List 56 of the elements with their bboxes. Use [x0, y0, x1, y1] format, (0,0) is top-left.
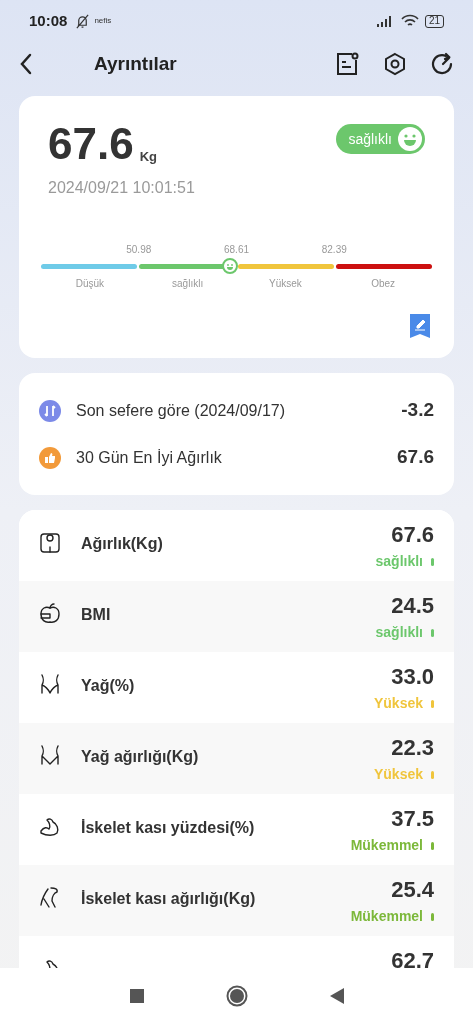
- back-icon[interactable]: [18, 53, 34, 75]
- metric-label: İskelet kası yüzdesi(%): [81, 818, 256, 838]
- range-label: sağlıklı: [172, 277, 204, 291]
- note-icon[interactable]: [335, 52, 359, 76]
- metric-status: sağlıklı: [375, 552, 423, 571]
- threshold-label: 82.39: [321, 243, 347, 257]
- range-label: Obez: [371, 277, 396, 291]
- metric-label: İskelet kası ağırlığı(Kg): [81, 889, 257, 909]
- battery-indicator: 21: [424, 14, 444, 28]
- home-button[interactable]: [225, 985, 248, 1007]
- range-label: Yüksek: [269, 277, 302, 291]
- status-badge: sağlıklı: [336, 124, 425, 154]
- settings-icon[interactable]: [383, 52, 407, 76]
- metric-label: Yağ ağırlığı(Kg): [81, 747, 200, 767]
- metric-status: Mükemmel: [350, 836, 423, 855]
- arrows-icon: [39, 399, 61, 422]
- metric-label: Yağ(%): [81, 676, 136, 696]
- metric-value: 37.5: [391, 805, 434, 833]
- apple-icon: [39, 602, 61, 624]
- threshold-label: 50.98: [126, 243, 152, 257]
- wifi-icon: [400, 14, 419, 28]
- back-button[interactable]: [329, 988, 344, 1004]
- leg-icon: [39, 886, 61, 908]
- thumbs-up-icon: [39, 446, 61, 469]
- comparison-value: -3.2: [401, 398, 434, 423]
- weight-value: 67.6: [48, 122, 134, 166]
- weight-unit: Kg: [139, 147, 157, 166]
- threshold-label: 68.61: [224, 243, 249, 257]
- metric-value: 22.3: [391, 734, 434, 762]
- metric-status: Yüksek: [373, 694, 423, 713]
- metric-label: BMI: [81, 605, 112, 625]
- comparison-value: 67.6: [397, 445, 434, 470]
- bell-off-icon: [75, 13, 91, 29]
- metric-status: Yüksek: [373, 765, 423, 784]
- comparison-label: Son sefere göre (2024/09/17): [76, 400, 287, 421]
- metric-value: 25.4: [391, 876, 434, 904]
- measurement-time: 2024/09/21 10:01:51: [48, 178, 196, 198]
- page-title: Ayrıntılar: [94, 51, 177, 76]
- waist-icon: [39, 673, 61, 695]
- edit-icon[interactable]: [410, 314, 430, 338]
- comparison-label: 30 Gün En İyi Ağırlık: [76, 447, 223, 468]
- status-time: 10:08: [29, 10, 68, 31]
- belly-icon: [39, 744, 61, 766]
- notification-text: nefis: [94, 15, 112, 27]
- recents-button[interactable]: [129, 989, 144, 1003]
- refresh-icon[interactable]: [431, 52, 455, 76]
- metric-value: 67.6: [391, 521, 434, 549]
- range-label: Düşük: [75, 277, 105, 291]
- metric-value: 62.7: [391, 947, 434, 968]
- smiley-icon: [398, 127, 422, 151]
- metric-status: sağlıklı: [375, 623, 423, 642]
- metric-value: 33.0: [391, 663, 434, 691]
- metric-value: 24.5: [391, 592, 434, 620]
- metric-label: Ağırlık(Kg): [81, 534, 164, 554]
- scale-icon: [39, 531, 61, 553]
- metric-status: Mükemmel: [350, 907, 423, 926]
